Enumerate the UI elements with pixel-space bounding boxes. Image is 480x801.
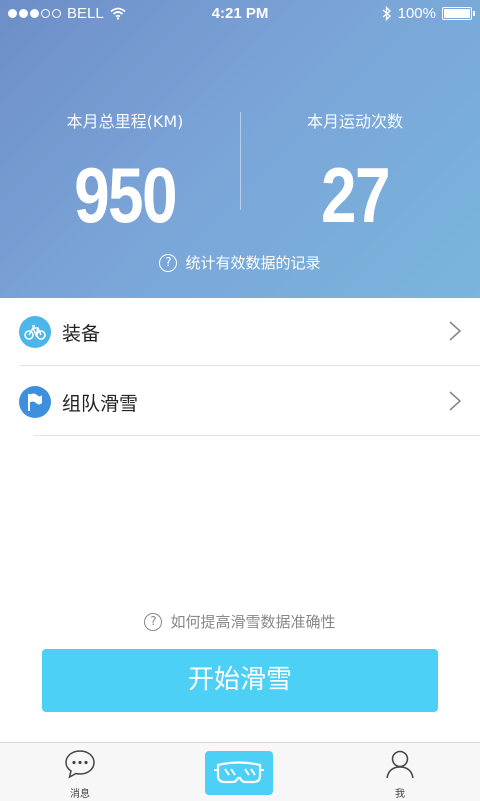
status-bar: BELL 4:21 PM 100% <box>0 0 480 28</box>
question-mark-icon: ? <box>144 612 163 631</box>
accuracy-help-link[interactable]: ? 如何提高滑雪数据准确性 <box>0 611 480 632</box>
chat-bubble-icon <box>65 750 95 779</box>
monthly-distance: 本月总里程(KM) 950 <box>5 108 245 238</box>
bluetooth-icon <box>382 6 391 21</box>
menu-divider <box>34 435 480 436</box>
accuracy-help-text: 如何提高滑雪数据准确性 <box>170 613 336 631</box>
chevron-right-icon <box>449 391 462 411</box>
stats-info-text: 统计有效数据的记录 <box>185 254 321 272</box>
tab-bar: 消息 我 <box>0 742 480 801</box>
tab-messages[interactable]: 消息 <box>40 749 120 800</box>
tab-messages-label: 消息 <box>70 789 90 800</box>
menu-item-team-ski[interactable]: 组队滑雪 <box>0 368 480 436</box>
battery-percent: 100% <box>397 5 436 22</box>
count-label: 本月运动次数 <box>306 112 403 131</box>
menu-item-equipment[interactable]: 装备 <box>0 298 480 366</box>
bicycle-icon <box>19 316 51 348</box>
battery-icon <box>442 7 475 20</box>
distance-value: 950 <box>74 151 177 239</box>
question-mark-icon: ? <box>159 253 178 272</box>
tab-me-label: 我 <box>395 789 405 800</box>
user-profile-icon <box>386 750 414 779</box>
ski-goggles-icon <box>214 761 264 784</box>
monthly-count: 本月运动次数 27 <box>235 108 475 238</box>
distance-label: 本月总里程(KM) <box>66 112 184 131</box>
count-value: 27 <box>321 151 391 239</box>
chevron-right-icon <box>449 321 462 341</box>
menu-label-equipment: 装备 <box>62 323 101 345</box>
tab-ski[interactable] <box>205 751 273 795</box>
start-ski-button[interactable]: 开始滑雪 <box>42 649 438 712</box>
menu-label-team-ski: 组队滑雪 <box>62 393 139 415</box>
stats-header: BELL 4:21 PM 100% 本月总里程(KM) 950 本月运动次数 2… <box>0 0 480 298</box>
menu-divider <box>19 365 480 366</box>
flag-icon <box>19 386 51 418</box>
tab-me[interactable]: 我 <box>360 749 440 800</box>
stats-info-link[interactable]: ? 统计有效数据的记录 <box>0 252 480 273</box>
